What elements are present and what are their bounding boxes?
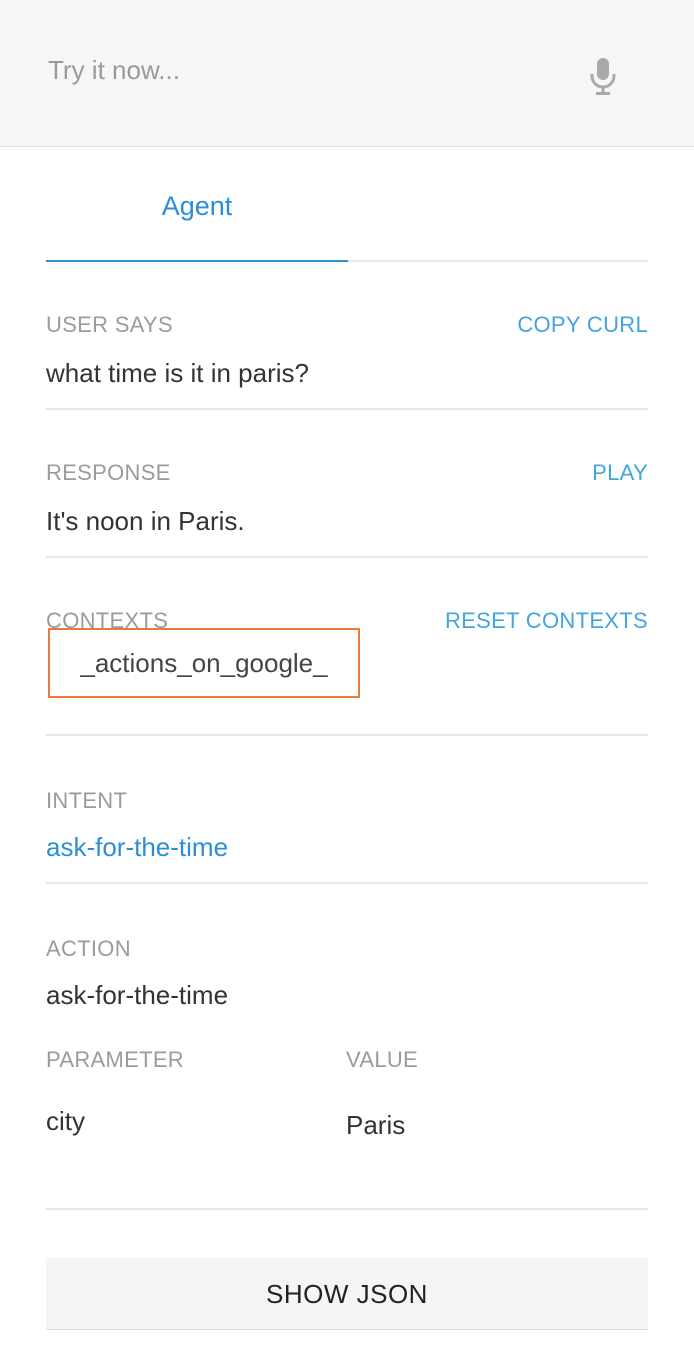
dialogflow-test-console: Agent USER SAYS COPY CURL what time is i… xyxy=(0,0,694,1356)
user-says-label: USER SAYS xyxy=(46,312,173,337)
contexts-section: CONTEXTS RESET CONTEXTS _actions_on_goog… xyxy=(46,558,648,736)
intent-link[interactable]: ask-for-the-time xyxy=(46,832,228,863)
user-says-section: USER SAYS COPY CURL what time is it in p… xyxy=(46,262,648,410)
tab-bar: Agent xyxy=(46,148,648,262)
reset-contexts-link[interactable]: RESET CONTEXTS xyxy=(445,608,648,634)
try-it-input[interactable] xyxy=(46,48,568,92)
parameter-column-header: PARAMETER xyxy=(46,1047,184,1072)
response-section: RESPONSE PLAY It's noon in Paris. xyxy=(46,410,648,558)
value-column-header: VALUE xyxy=(346,1047,419,1072)
response-value: It's noon in Paris. xyxy=(46,506,245,536)
user-says-value: what time is it in paris? xyxy=(46,358,309,388)
copy-curl-link[interactable]: COPY CURL xyxy=(517,312,648,338)
parameter-value: Paris xyxy=(346,1110,406,1140)
action-value: ask-for-the-time xyxy=(46,980,229,1010)
microphone-icon[interactable] xyxy=(584,54,622,98)
intent-label: INTENT xyxy=(46,788,128,813)
intent-section: INTENT ask-for-the-time xyxy=(46,736,648,884)
play-link[interactable]: PLAY xyxy=(592,460,648,486)
action-label: ACTION xyxy=(46,936,131,961)
tab-agent-label: Agent xyxy=(161,191,233,221)
show-json-button[interactable]: SHOW JSON xyxy=(46,1258,648,1330)
tab-agent[interactable]: Agent xyxy=(46,148,348,262)
action-section: ACTION ask-for-the-time PARAMETER VALUE … xyxy=(46,884,648,1210)
parameter-name: city xyxy=(46,1106,85,1136)
try-it-bar xyxy=(0,0,694,147)
response-label: RESPONSE xyxy=(46,460,171,485)
context-chip[interactable]: _actions_on_google_ xyxy=(48,628,360,698)
